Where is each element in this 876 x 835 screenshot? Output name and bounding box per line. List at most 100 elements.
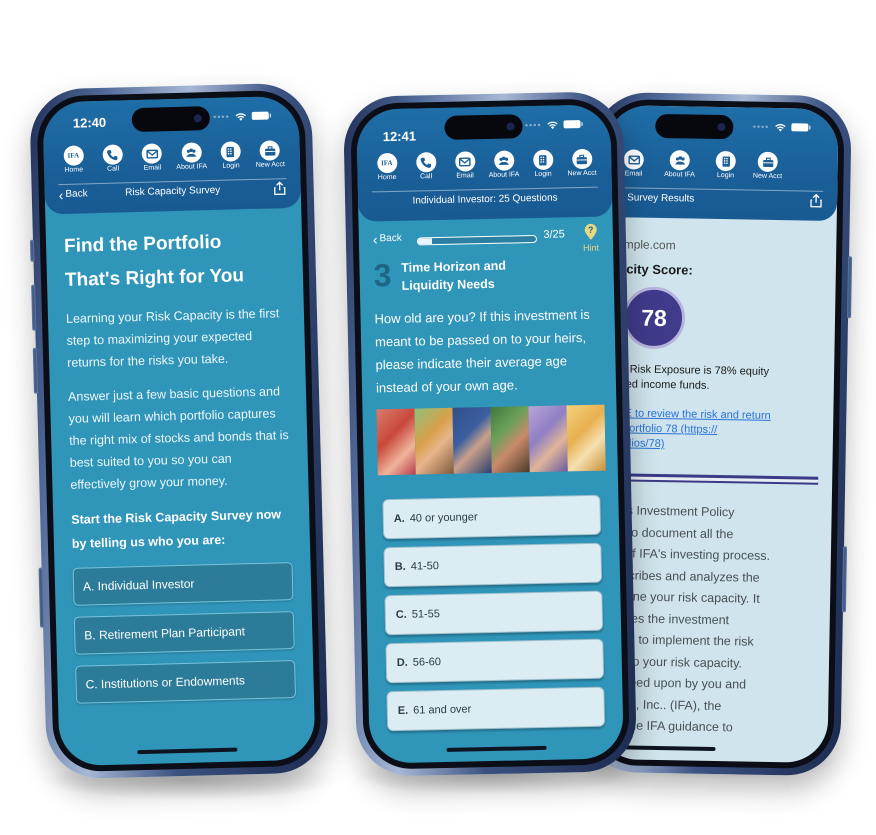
nav-label: Call <box>106 165 120 173</box>
chevron-left-icon: ‹ <box>372 230 378 247</box>
dynamic-island <box>131 106 211 133</box>
wifi-icon <box>547 121 558 129</box>
briefcase-icon <box>757 151 778 173</box>
back-label: Back <box>379 232 402 245</box>
hint-button[interactable]: ? Hint <box>583 223 600 254</box>
nav-call[interactable]: Call <box>408 152 445 191</box>
section-divider <box>600 472 819 480</box>
nav-login[interactable]: Login <box>525 149 562 188</box>
painting-panel <box>528 405 568 473</box>
answer-option[interactable]: C. 51-55 <box>384 590 604 636</box>
screen-title: Individual Investor: 25 Questions <box>412 192 558 207</box>
investor-type-options: A. Individual Investor B. Retirement Plan… <box>72 562 297 704</box>
intro-content: Find the Portfolio That's Right for You L… <box>64 224 297 715</box>
email-icon <box>141 143 163 164</box>
phone-icon <box>415 152 437 173</box>
nav-label: Login <box>222 162 240 170</box>
nav-label: About IFA <box>488 171 520 179</box>
svg-text:?: ? <box>588 225 594 235</box>
home-indicator[interactable] <box>446 745 547 752</box>
answer-option[interactable]: D. 56-60 <box>385 638 605 684</box>
nav-label: New Acct <box>567 169 597 178</box>
call-to-action: Start the Risk Capacity Survey now by te… <box>71 507 282 551</box>
side-button <box>841 546 848 613</box>
title-bar: Survey Results <box>605 188 837 214</box>
phone-survey-question: 12:41 •••• IFA Home Call Email About IFA … <box>342 91 638 777</box>
nav-email[interactable]: Email <box>447 151 484 190</box>
answer-option[interactable]: A. 40 or younger <box>382 494 602 540</box>
people-icon <box>181 142 202 163</box>
page-heading: Find the Portfolio That's Right for You <box>64 224 286 298</box>
share-icon[interactable] <box>273 181 287 196</box>
nav-icon-row: Email About IFA Login New Acct <box>605 149 838 191</box>
progress-row: ‹ Back 3/25 ? Hint <box>372 223 600 258</box>
painting-panel <box>452 406 492 474</box>
nav-label: Email <box>624 170 643 178</box>
heading-line: Find the Portfolio <box>63 231 222 257</box>
heading-line: That's Right for You <box>64 265 245 291</box>
briefcase-icon <box>571 148 592 170</box>
nav-login[interactable]: Login <box>707 150 744 190</box>
portfolio-link[interactable]: HERE to review the risk and return dex Po… <box>601 406 834 455</box>
people-icon <box>669 150 690 171</box>
nav-login[interactable]: Login <box>212 141 249 180</box>
nav-email[interactable]: Email <box>134 143 171 182</box>
nav-new-account[interactable]: New Acct <box>564 148 601 188</box>
nav-about[interactable]: About IFA <box>486 150 523 189</box>
nav-home[interactable]: IFA Home <box>55 145 92 184</box>
nav-call[interactable]: Call <box>94 144 131 183</box>
signal-icon: •••• <box>213 111 230 122</box>
investor-type-option[interactable]: B. Retirement Plan Participant <box>73 611 295 655</box>
status-bar: 12:40 •••• <box>42 96 299 147</box>
nav-label: Login <box>534 170 552 179</box>
question-pin-icon: ? <box>584 223 597 240</box>
question-header: 3 Time Horizon and Liquidity Needs <box>373 253 600 296</box>
answer-text: 56-60 <box>412 656 442 669</box>
back-button[interactable]: ‹ Back <box>372 230 402 247</box>
nav-about[interactable]: About IFA <box>657 150 702 189</box>
answer-letter: E. <box>397 704 409 717</box>
email-icon <box>454 151 475 172</box>
answer-list: A. 40 or younger B. 41-50 C. 51-55 D. 56-60 E. 61… <box>382 494 606 740</box>
answer-text: 40 or younger <box>409 511 478 525</box>
ifa-logo-icon: IFA <box>63 145 84 166</box>
nav-about[interactable]: About IFA <box>173 142 210 181</box>
nav-icon-row: IFA Home Call Email About IFA Login New A… <box>357 148 612 191</box>
answer-letter: A. <box>393 512 405 526</box>
link-line[interactable]: portfolios/78) <box>601 436 833 455</box>
login-icon <box>220 141 241 162</box>
answer-text: 41-50 <box>410 560 440 573</box>
answer-text: 51-55 <box>411 608 441 621</box>
home-indicator[interactable] <box>137 747 238 755</box>
answer-option[interactable]: B. 41-50 <box>383 542 603 588</box>
nav-new-account[interactable]: New Acct <box>749 151 786 191</box>
nav-label: Email <box>143 164 162 172</box>
progress-bar <box>416 234 538 246</box>
investor-type-option[interactable]: A. Individual Investor <box>72 562 294 606</box>
home-indicator[interactable] <box>615 745 716 752</box>
ifa-logo-icon: IFA <box>376 152 398 174</box>
risk-capacity-score-badge: 78 <box>622 286 686 350</box>
nav-home[interactable]: IFA Home <box>369 152 406 192</box>
side-button <box>31 284 37 331</box>
painting-panel <box>376 408 416 476</box>
nav-new-account[interactable]: New Acct <box>252 140 289 179</box>
briefcase-icon <box>259 140 281 161</box>
user-name: nith <box>604 219 836 237</box>
people-icon <box>493 150 514 171</box>
question-text: How old are you? If this investment is m… <box>374 306 591 396</box>
painting-panel <box>490 406 530 473</box>
status-time: 12:41 <box>382 128 417 145</box>
intro-paragraph: Answer just a few basic questions and yo… <box>67 384 289 492</box>
login-icon <box>532 149 553 171</box>
battery-icon <box>791 123 809 132</box>
screen-title: Risk Capacity Survey <box>125 184 221 199</box>
question-number: 3 <box>373 257 392 294</box>
answer-option[interactable]: E. 61 and over <box>386 686 606 732</box>
hint-label: Hint <box>583 242 600 254</box>
share-icon[interactable] <box>809 193 823 208</box>
dynamic-island <box>444 114 523 140</box>
answer-text: 61 and over <box>413 703 472 717</box>
progress-count: 3/25 <box>543 228 565 241</box>
investor-type-option[interactable]: C. Institutions or Endowments <box>75 660 297 704</box>
